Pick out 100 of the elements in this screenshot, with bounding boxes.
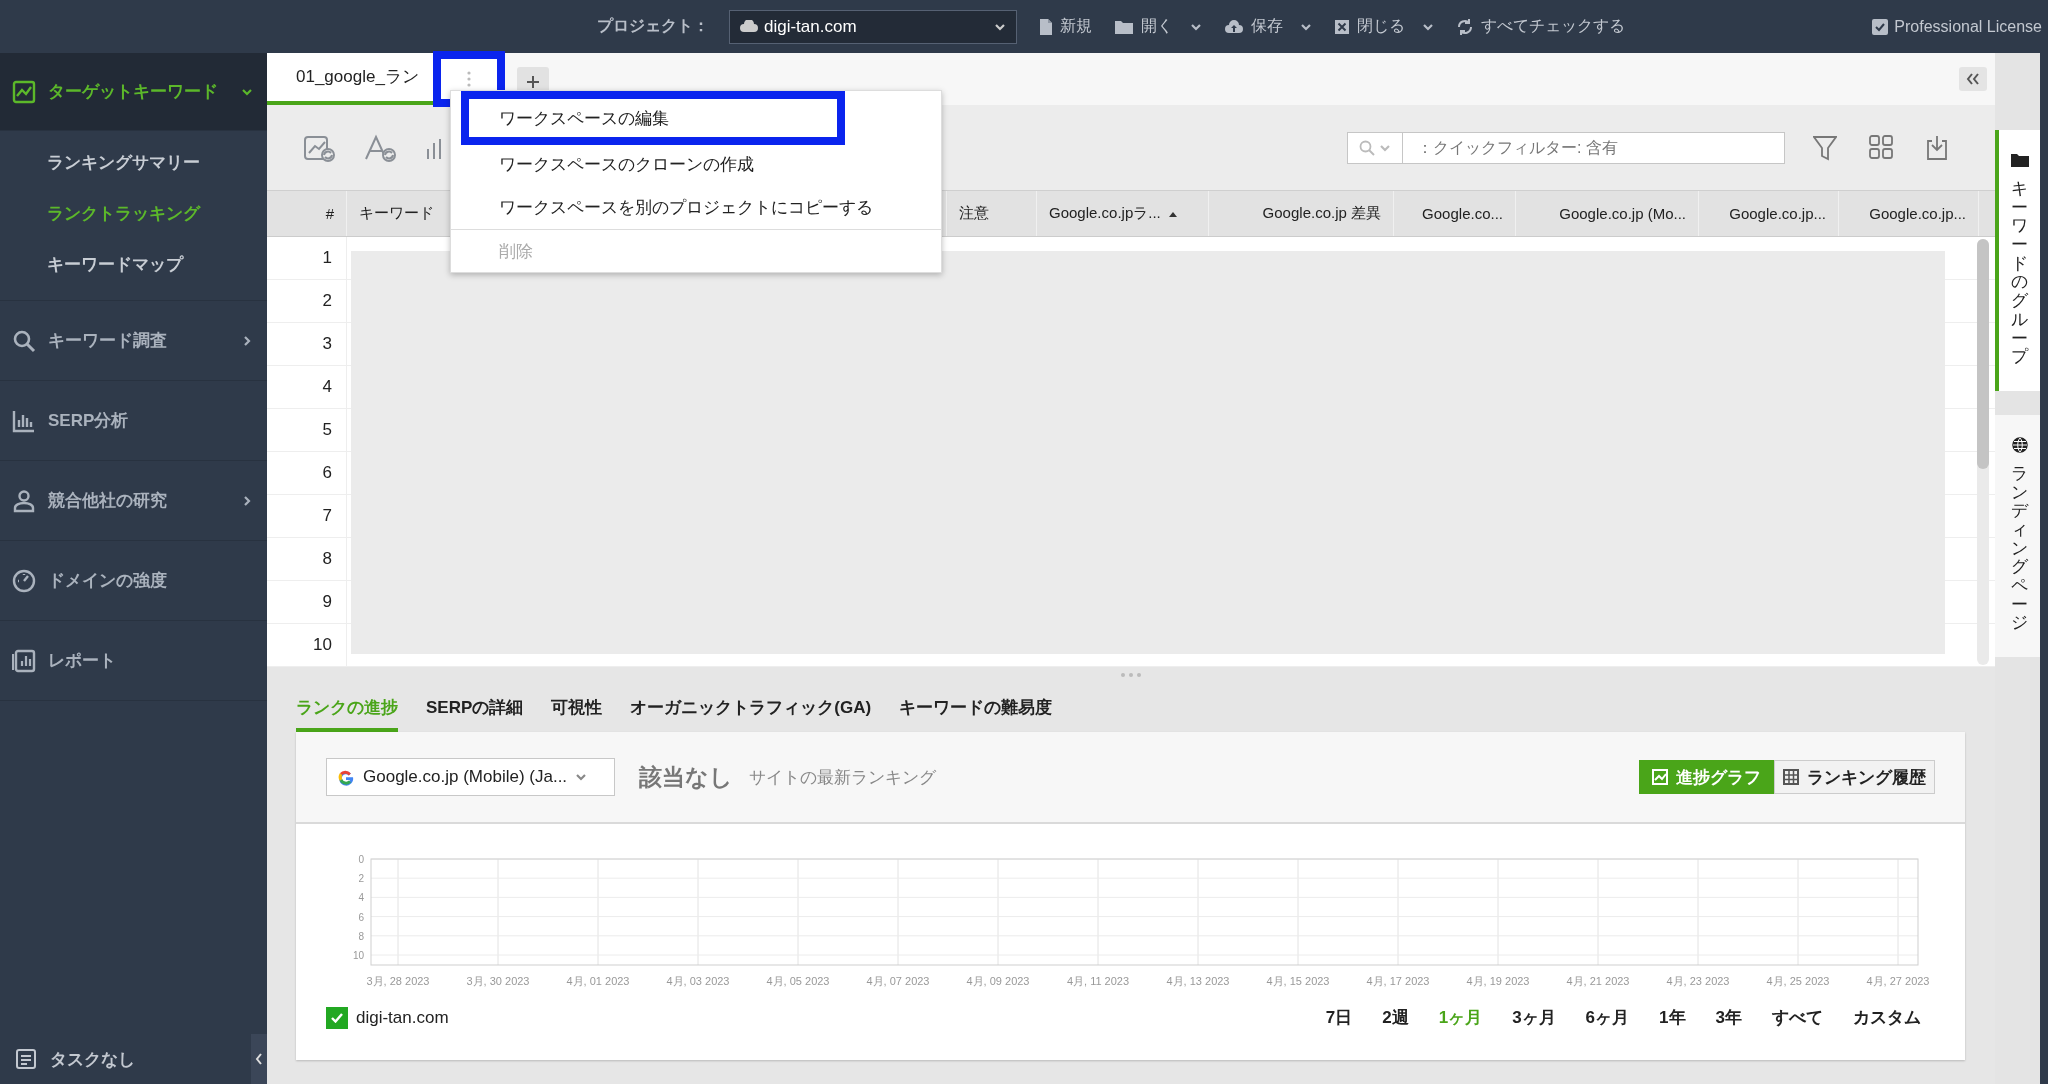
scrollbar[interactable]	[1977, 239, 1989, 665]
x-tick-label: 4月, 27 2023	[1866, 975, 1930, 987]
range-button[interactable]: 7日	[1311, 1006, 1367, 1029]
column-header[interactable]: 注意	[947, 191, 1037, 236]
sort-up-icon	[1168, 210, 1177, 217]
checkbox[interactable]	[326, 1006, 348, 1029]
range-button[interactable]: 6ヶ月	[1571, 1006, 1644, 1029]
side-tab[interactable]: ランディングページ	[1995, 414, 2040, 658]
column-header[interactable]: Google.co.jp...	[1699, 191, 1839, 236]
panel-tab[interactable]: キーワードの難易度	[899, 682, 1053, 732]
range-button[interactable]: 2週	[1368, 1006, 1423, 1029]
column-header[interactable]: Google.co.jp 差異	[1209, 191, 1394, 236]
grid-icon[interactable]	[1869, 134, 1893, 159]
range-button[interactable]: 1年	[1645, 1006, 1700, 1029]
plus-icon	[526, 75, 540, 89]
column-header[interactable]: Google.co.jpラ...	[1037, 191, 1209, 236]
column-header[interactable]: #	[267, 191, 347, 236]
row-number: 6	[267, 452, 347, 494]
panel-tab[interactable]: SERPの詳細	[426, 682, 524, 732]
x-tick-label: 4月, 07 2023	[866, 975, 930, 987]
sidebar-subitem[interactable]: ランクトラッキング	[0, 188, 267, 239]
quick-filter-field[interactable]: ：クイックフィルター: 含有	[1403, 131, 1785, 164]
line-chart-icon	[1652, 769, 1668, 785]
download-icon[interactable]	[1925, 134, 1949, 161]
x-tick-label: 4月, 15 2023	[1266, 975, 1330, 987]
task-status: タスクなし	[0, 1047, 251, 1071]
x-tick-label: 4月, 09 2023	[966, 975, 1030, 987]
sidebar-item[interactable]: ターゲットキーワード	[0, 53, 267, 131]
cloud-upload-icon	[1224, 19, 1244, 34]
gauge-icon	[12, 568, 36, 593]
y-tick-label: 10	[352, 950, 364, 961]
toolbar-button[interactable]: 開く	[1114, 16, 1202, 37]
collapse-button[interactable]	[251, 1034, 267, 1084]
google-icon	[337, 768, 355, 786]
panel-tab[interactable]: 可視性	[551, 682, 603, 732]
x-tick-label: 4月, 21 2023	[1566, 975, 1630, 987]
globe-icon	[2011, 436, 2028, 453]
close-icon	[1334, 18, 1350, 35]
range-button[interactable]: カスタム	[1839, 1006, 1935, 1029]
collapse-panel-button[interactable]	[1959, 67, 1987, 91]
column-header[interactable]: Google.co.jp (Mo...	[1516, 191, 1699, 236]
row-number: 1	[267, 237, 347, 279]
x-tick-label: 4月, 23 2023	[1666, 975, 1730, 987]
x-tick-label: 4月, 25 2023	[1766, 975, 1830, 987]
x-tick-label: 3月, 30 2023	[466, 975, 530, 987]
sidebar-subitem[interactable]: ランキングサマリー	[0, 137, 267, 188]
toolbar-button[interactable]: すべてチェックする	[1456, 16, 1625, 37]
range-button[interactable]: すべて	[1758, 1006, 1837, 1029]
chevron-icon	[241, 334, 253, 347]
person-icon	[12, 488, 36, 513]
x-tick-label: 4月, 05 2023	[766, 975, 830, 987]
row-number: 8	[267, 538, 347, 580]
side-tab[interactable]: キーワードのグループ	[1995, 130, 2040, 391]
report-icon	[12, 648, 36, 673]
resize-handle-icon[interactable]	[1120, 672, 1142, 677]
y-tick-label: 0	[358, 854, 364, 865]
status-note: サイトの最新ランキング	[749, 766, 936, 789]
row-number: 4	[267, 366, 347, 408]
row-number: 5	[267, 409, 347, 451]
toolbar-button[interactable]: 新規	[1039, 16, 1092, 37]
toolbar-button[interactable]: 閉じる	[1334, 16, 1434, 37]
x-tick-label: 3月, 28 2023	[366, 975, 430, 987]
rank-status: 該当なし	[639, 762, 733, 792]
panel-tab[interactable]: オーガニックトラフィック(GA)	[630, 682, 872, 732]
column-header[interactable]: Google.co.jp...	[1839, 191, 1979, 236]
x-tick-label: 4月, 11 2023	[1066, 975, 1130, 987]
legend-item[interactable]: digi-tan.com	[326, 1006, 449, 1029]
range-button[interactable]: 3ヶ月	[1498, 1006, 1570, 1029]
sync-icon	[1456, 17, 1474, 36]
row-number: 9	[267, 581, 347, 623]
range-button[interactable]: 3年	[1701, 1006, 1756, 1029]
checkbox-icon	[1872, 18, 1889, 35]
bar-chart-icon	[12, 408, 36, 433]
filter-icon[interactable]	[1813, 134, 1837, 161]
folder-icon	[2009, 152, 2030, 168]
project-dropdown[interactable]: digi-tan.com	[729, 9, 1017, 44]
cloud-icon	[740, 20, 758, 33]
row-number: 7	[267, 495, 347, 537]
task-list-icon	[16, 1049, 36, 1069]
y-tick-label: 8	[358, 930, 364, 942]
row-number: 2	[267, 280, 347, 322]
line-chart-icon	[12, 79, 36, 104]
x-tick-label: 4月, 03 2023	[666, 975, 730, 987]
x-tick-label: 4月, 19 2023	[1466, 975, 1530, 987]
y-tick-label: 6	[358, 911, 364, 923]
column-header[interactable]: Google.co...	[1394, 191, 1516, 236]
sidebar-subitem[interactable]: キーワードマップ	[0, 239, 267, 290]
check-icon	[331, 1012, 343, 1023]
x-tick-label: 4月, 01 2023	[566, 975, 630, 987]
menu-item[interactable]: ワークスペースのクローンの作成	[451, 143, 941, 186]
row-number: 10	[267, 624, 347, 666]
folder-icon	[1114, 18, 1134, 35]
toolbar-button[interactable]: 保存	[1224, 16, 1312, 37]
chevron-left-icon	[255, 1053, 263, 1065]
table-icon	[1783, 769, 1799, 785]
search-engine-dropdown[interactable]: Google.co.jp (Mobile) (Ja...	[326, 758, 615, 796]
y-tick-label: 4	[358, 892, 364, 904]
x-tick-label: 4月, 17 2023	[1366, 975, 1430, 987]
vertical-dots-icon	[467, 71, 471, 87]
view-toggle-button[interactable]: ランキング履歴	[1774, 760, 1935, 794]
